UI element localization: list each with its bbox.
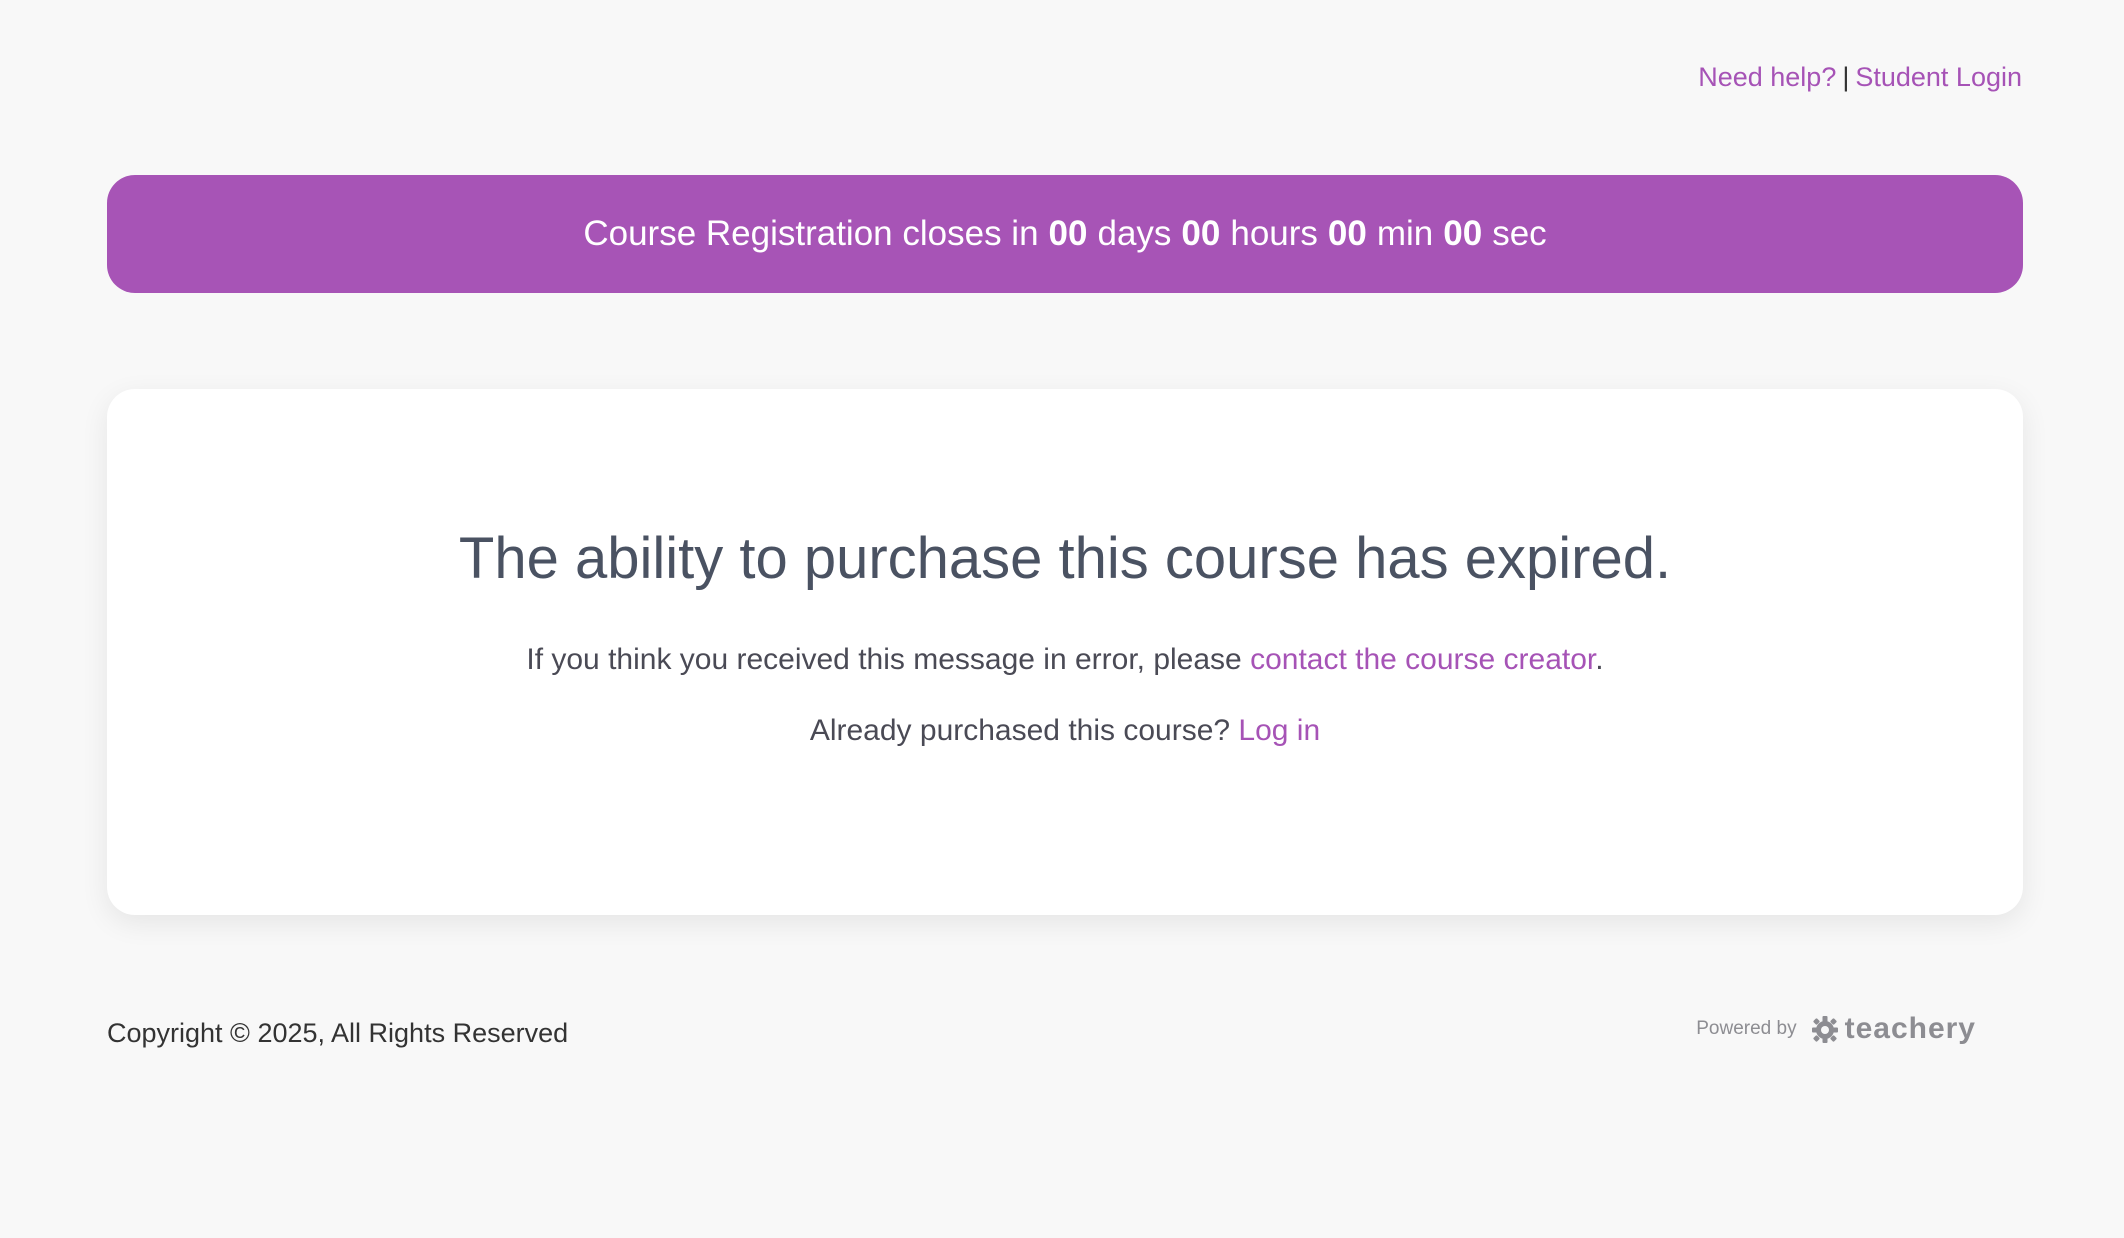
error-message-period: . — [1595, 643, 1604, 676]
teachery-logo: teachery — [1811, 1012, 1976, 1046]
top-links: Need help? | Student Login — [1698, 62, 2022, 93]
student-login-link[interactable]: Student Login — [1855, 62, 2022, 92]
need-help-link[interactable]: Need help? — [1698, 62, 1836, 92]
countdown-days-value: 00 — [1048, 214, 1088, 253]
countdown-hours-value: 00 — [1181, 214, 1221, 253]
error-message-text: If you think you received this message i… — [526, 643, 1242, 676]
countdown-hours-unit: hours — [1230, 214, 1318, 253]
countdown-sec-unit: sec — [1492, 214, 1547, 253]
teachery-brand-text: teachery — [1844, 1012, 1976, 1045]
countdown-sec-value: 00 — [1443, 214, 1483, 253]
gear-icon — [1811, 1016, 1838, 1043]
expired-heading: The ability to purchase this course has … — [458, 526, 1672, 591]
link-separator: | — [1842, 62, 1850, 92]
countdown-min-unit: min — [1376, 214, 1434, 253]
powered-by-teachery[interactable]: Powered by teachery — [1696, 1012, 1976, 1046]
login-link[interactable]: Log in — [1238, 714, 1320, 747]
powered-by-label: Powered by — [1696, 1018, 1797, 1039]
error-message: If you think you received this message i… — [107, 643, 2023, 677]
countdown-days-unit: days — [1097, 214, 1172, 253]
countdown-min-value: 00 — [1327, 214, 1367, 253]
copyright-text: Copyright © 2025, All Rights Reserved — [107, 1018, 569, 1048]
contact-creator-link[interactable]: contact the course creator — [1250, 643, 1595, 676]
already-purchased-message: Already purchased this course? Log in — [107, 714, 2023, 748]
countdown-prefix: Course Registration closes in — [583, 214, 1039, 253]
already-purchased-text: Already purchased this course? — [809, 714, 1231, 747]
expired-message-card: The ability to purchase this course has … — [107, 389, 2023, 915]
countdown-banner: Course Registration closes in 00 days 00… — [107, 175, 2023, 293]
